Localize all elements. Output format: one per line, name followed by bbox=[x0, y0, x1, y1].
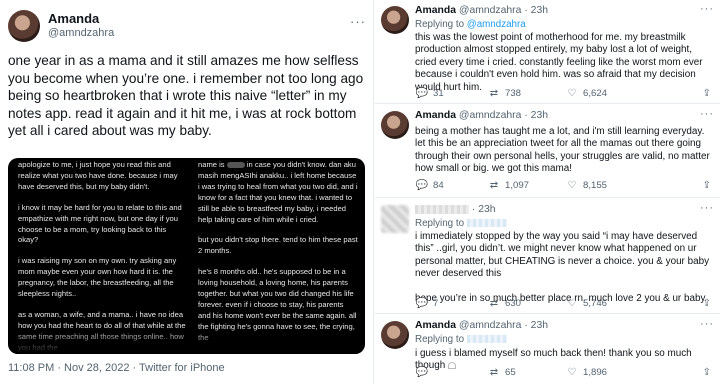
tweet-actions: 💬 7 ⇄ 630 ♡ 5,746 ⇪ bbox=[415, 298, 711, 312]
tweet-text: i immediately stopped by the way you sai… bbox=[415, 231, 715, 305]
share-icon[interactable]: ⇪ bbox=[703, 180, 711, 191]
tweet-text: one year in as a mama and it still amaze… bbox=[8, 53, 364, 139]
display-name[interactable]: Amanda bbox=[48, 11, 99, 26]
user-handle[interactable]: @amndzahra bbox=[48, 27, 114, 39]
retweet-button[interactable]: ⇄ 1,097 bbox=[487, 180, 529, 191]
reply-icon: 💬 bbox=[415, 88, 429, 99]
tweet-header: Amanda @amndzahra · 23h bbox=[415, 110, 548, 121]
tweet-header: Amanda @amndzahra · 23h bbox=[415, 320, 548, 331]
reply-tweet[interactable]: Amanda @amndzahra · 23h ··· being a moth… bbox=[375, 105, 720, 198]
like-button[interactable]: ♡ 1,896 bbox=[565, 367, 608, 378]
display-name[interactable]: Amanda bbox=[415, 320, 456, 331]
reply-thread: Amanda @amndzahra · 23h ··· Replying to … bbox=[375, 0, 720, 384]
heart-icon: ♡ bbox=[567, 298, 577, 309]
more-options-icon[interactable]: ··· bbox=[700, 3, 714, 15]
retweet-icon: ⇄ bbox=[489, 298, 499, 309]
tweet-time[interactable]: · 23h bbox=[524, 110, 548, 121]
heart-icon: ♡ bbox=[567, 367, 577, 378]
like-button[interactable]: ♡ 6,624 bbox=[565, 88, 608, 99]
reply-icon: 💬 bbox=[415, 180, 429, 191]
notes-paragraph: name is in case you didn't know. dan aku… bbox=[198, 160, 358, 224]
redacted-handle bbox=[466, 219, 507, 228]
reply-icon: 💬 bbox=[415, 298, 429, 309]
replying-to: Replying to bbox=[415, 334, 507, 345]
more-options-icon[interactable]: ··· bbox=[700, 108, 714, 120]
tweet-actions: 💬 31 ⇄ 738 ♡ 6,624 ⇪ bbox=[415, 88, 711, 102]
share-icon[interactable]: ⇪ bbox=[703, 298, 711, 309]
retweet-button[interactable]: ⇄ 738 bbox=[487, 88, 521, 99]
reply-icon: 💬 bbox=[415, 367, 429, 378]
notes-paragraph: but you didn't stop there. tend to him t… bbox=[198, 235, 358, 256]
heart-icon: ♡ bbox=[567, 180, 577, 191]
user-handle[interactable]: @amndzahra bbox=[459, 5, 522, 16]
user-handle[interactable]: @amndzahra bbox=[459, 110, 522, 121]
tweet-timestamp[interactable]: 11:08 PM · Nov 28, 2022 · Twitter for iP… bbox=[8, 362, 225, 374]
reply-button[interactable]: 💬 7 bbox=[415, 298, 439, 309]
reply-button[interactable]: 💬 bbox=[415, 367, 433, 378]
notes-right-column: name is in case you didn't know. dan aku… bbox=[198, 160, 358, 354]
notes-paragraph: apologize to me, i just hope you read th… bbox=[18, 160, 178, 191]
tweet-header: Amanda @amndzahra ··· bbox=[8, 8, 366, 44]
more-options-icon[interactable]: ··· bbox=[350, 14, 366, 29]
tweet-text: being a mother has taught me a lot, and … bbox=[415, 126, 710, 175]
retweet-icon: ⇄ bbox=[489, 88, 499, 99]
avatar[interactable] bbox=[381, 111, 409, 139]
tweet-header: · 23h bbox=[415, 204, 496, 215]
retweet-icon: ⇄ bbox=[489, 367, 499, 378]
tweet-actions: 💬 ⇄ 65 ♡ 1,896 ⇪ bbox=[415, 367, 711, 381]
notes-left-column: apologize to me, i just hope you read th… bbox=[18, 160, 186, 354]
share-icon[interactable]: ⇪ bbox=[703, 367, 711, 378]
avatar[interactable] bbox=[381, 6, 409, 34]
notes-paragraph: i was raising my son on my own. try aski… bbox=[18, 256, 177, 299]
retweet-button[interactable]: ⇄ 65 bbox=[487, 367, 516, 378]
redacted-name bbox=[226, 162, 245, 168]
display-name[interactable]: Amanda bbox=[415, 110, 456, 121]
reply-tweet[interactable]: · 23h ··· Replying to i immediately stop… bbox=[375, 199, 720, 314]
reply-button[interactable]: 💬 84 bbox=[415, 180, 444, 191]
avatar[interactable] bbox=[381, 321, 409, 349]
notes-paragraph: i know it may be hard for you to relate … bbox=[18, 202, 182, 245]
replying-to-handle[interactable]: @amndzahra bbox=[467, 19, 526, 30]
avatar[interactable] bbox=[8, 10, 40, 42]
avatar-redacted[interactable] bbox=[381, 205, 409, 233]
tweet-text: this was the lowest point of motherhood … bbox=[415, 32, 703, 93]
display-name[interactable]: Amanda bbox=[415, 5, 456, 16]
replying-to: Replying to @amndzahra bbox=[415, 19, 526, 30]
tweet-time[interactable]: · 23h bbox=[524, 5, 548, 16]
tweet-image-notes[interactable]: apologize to me, i just hope you read th… bbox=[8, 158, 365, 354]
retweet-icon: ⇄ bbox=[489, 180, 499, 191]
reply-button[interactable]: 💬 31 bbox=[415, 88, 444, 99]
image-fade bbox=[8, 328, 365, 354]
tweet-paragraph: i immediately stopped by the way you sai… bbox=[415, 231, 710, 280]
more-options-icon[interactable]: ··· bbox=[700, 318, 714, 330]
reply-tweet[interactable]: Amanda @amndzahra · 23h ··· Replying to … bbox=[375, 0, 720, 104]
replying-to: Replying to bbox=[415, 218, 507, 229]
main-tweet: Amanda @amndzahra ··· one year in as a m… bbox=[0, 0, 374, 384]
redacted-name bbox=[415, 204, 469, 214]
reply-tweet[interactable]: Amanda @amndzahra · 23h ··· Replying to … bbox=[375, 315, 720, 384]
like-button[interactable]: ♡ 8,155 bbox=[565, 180, 608, 191]
tweet-actions: 💬 84 ⇄ 1,097 ♡ 8,155 ⇪ bbox=[415, 180, 711, 194]
tweet-time[interactable]: · 23h bbox=[524, 320, 548, 331]
retweet-button[interactable]: ⇄ 630 bbox=[487, 298, 521, 309]
user-handle[interactable]: @amndzahra bbox=[459, 320, 522, 331]
redacted-handle bbox=[466, 335, 507, 344]
more-options-icon[interactable]: ··· bbox=[700, 202, 714, 214]
tweet-header: Amanda @amndzahra · 23h bbox=[415, 5, 548, 16]
tweet-time[interactable]: · 23h bbox=[472, 204, 496, 215]
like-button[interactable]: ♡ 5,746 bbox=[565, 298, 608, 309]
heart-icon: ♡ bbox=[567, 88, 577, 99]
share-icon[interactable]: ⇪ bbox=[703, 88, 711, 99]
